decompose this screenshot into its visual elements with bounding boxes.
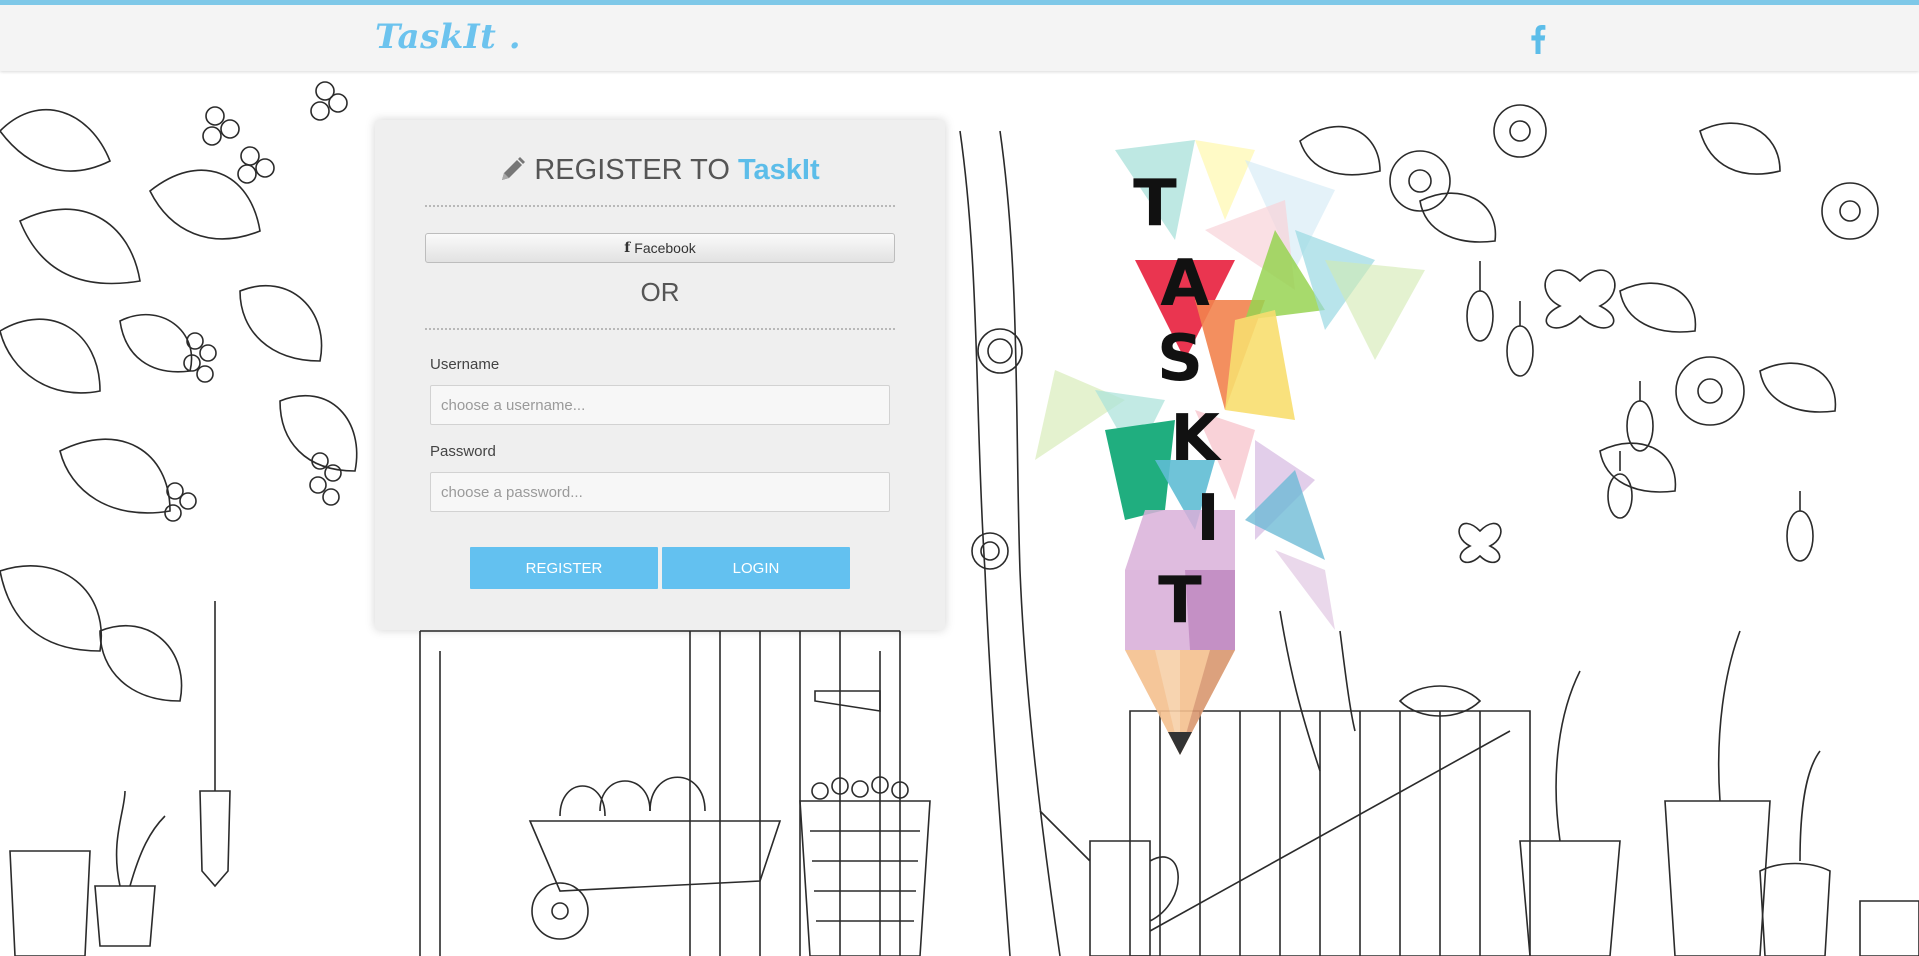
facebook-icon[interactable] bbox=[1522, 19, 1554, 59]
username-input[interactable] bbox=[430, 385, 890, 425]
register-title-brand: TaskIt bbox=[737, 154, 820, 186]
logo-letter-t1: T bbox=[1133, 167, 1177, 241]
register-title: REGISTER TO TaskIt bbox=[375, 154, 945, 190]
divider-top bbox=[425, 205, 895, 207]
taskit-pencil-logo: T A S K I T bbox=[1035, 140, 1425, 755]
divider-bottom bbox=[425, 328, 895, 330]
or-separator: OR bbox=[640, 277, 680, 307]
register-panel: REGISTER TO TaskIt f Facebook OR Usernam… bbox=[375, 120, 945, 630]
top-navbar: TaskIt . bbox=[0, 0, 1919, 71]
garden-background-illustration bbox=[0, 81, 1919, 956]
logo-letter-k: K bbox=[1170, 402, 1222, 476]
password-label: Password bbox=[430, 443, 496, 460]
facebook-icon: f bbox=[624, 240, 631, 256]
facebook-button-label: Facebook bbox=[634, 240, 696, 256]
password-input[interactable] bbox=[430, 472, 890, 512]
register-button[interactable]: REGISTER bbox=[470, 547, 658, 589]
username-label: Username bbox=[430, 356, 500, 373]
brand-logo-link[interactable]: TaskIt . bbox=[375, 17, 521, 57]
logo-letter-i: I bbox=[1196, 482, 1220, 556]
facebook-login-button[interactable]: f Facebook bbox=[425, 233, 895, 263]
pencil-icon bbox=[500, 156, 526, 190]
login-button[interactable]: LOGIN bbox=[662, 547, 850, 589]
register-title-prefix: REGISTER TO bbox=[534, 154, 738, 186]
logo-letter-a: A bbox=[1160, 247, 1210, 321]
logo-letter-s: S bbox=[1157, 322, 1203, 396]
logo-letter-t2: T bbox=[1158, 564, 1202, 638]
